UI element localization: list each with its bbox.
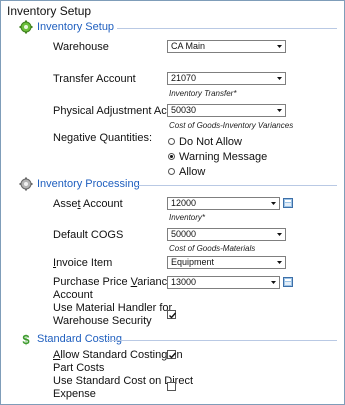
chevron-down-icon: [277, 77, 282, 80]
invoice-item-label: Invoice Item: [53, 257, 112, 270]
asset-account-value: 12000: [171, 198, 197, 208]
label-part: Account: [80, 198, 123, 210]
chevron-down-icon: [271, 202, 276, 205]
label-part: llow Standard Costing on: [60, 349, 183, 361]
section-divider: [137, 185, 337, 186]
ppv-account-select[interactable]: 13000: [167, 276, 280, 289]
radio-circle[interactable]: [168, 167, 175, 175]
allow-standard-costing-checkbox[interactable]: [167, 350, 177, 359]
chevron-down-icon: [277, 45, 282, 48]
default-cogs-label: Default COGS: [53, 229, 124, 241]
radio-do-not-allow[interactable]: Do Not Allow: [168, 136, 242, 149]
warehouse-select[interactable]: CA Main: [167, 40, 286, 53]
label-part: Part Costs: [53, 362, 105, 374]
transfer-account-label: Transfer Account: [53, 73, 136, 85]
default-cogs-hint: Cost of Goods-Materials: [169, 244, 256, 253]
section-inventory-processing: Inventory Processing: [19, 177, 341, 193]
material-handler-checkbox[interactable]: [167, 310, 177, 319]
section-inventory-setup: Inventory Setup: [19, 20, 341, 36]
gear-green-icon: [19, 20, 33, 34]
ppv-account-label: Purchase Price Variance Account: [53, 276, 173, 302]
asset-account-label: Asset Account: [53, 198, 123, 211]
label-part: nvoice Item: [56, 257, 113, 269]
radio-label: Warning Message: [179, 151, 268, 163]
negative-quantities-label: Negative Quantities:: [53, 132, 153, 144]
radio-label: Do Not Allow: [179, 136, 242, 148]
material-handler-label: Use Material Handler for Warehouse Securi…: [53, 302, 172, 328]
chevron-down-icon: [271, 281, 276, 284]
label-part: Asse: [53, 198, 78, 210]
physical-adjustment-value: 50030: [171, 105, 197, 115]
physical-adjustment-select[interactable]: 50030: [167, 104, 286, 117]
warehouse-label: Warehouse: [53, 41, 109, 53]
gear-gray-icon: [19, 177, 33, 191]
radio-circle[interactable]: [168, 137, 175, 145]
checkmark-icon: [169, 352, 177, 359]
chevron-down-icon: [277, 233, 282, 236]
allow-standard-costing-label: Allow Standard Costing on Part Costs: [53, 349, 183, 375]
default-cogs-select[interactable]: 50000: [167, 228, 286, 241]
ppv-account-value: 13000: [171, 277, 197, 287]
asset-account-select[interactable]: 12000: [167, 197, 280, 210]
transfer-account-select[interactable]: 21070: [167, 72, 286, 85]
label-part: Expense: [53, 388, 96, 400]
invoice-item-select[interactable]: Equipment: [167, 256, 286, 269]
lookup-icon[interactable]: [283, 277, 293, 287]
label-part: Warehouse Security: [53, 315, 152, 327]
chevron-down-icon: [277, 261, 282, 264]
dollar-icon: $: [22, 332, 30, 346]
transfer-account-hint: Inventory Transfer*: [169, 89, 237, 98]
section-divider: [107, 340, 337, 341]
transfer-account-value: 21070: [171, 73, 197, 83]
invoice-item-value: Equipment: [171, 257, 215, 267]
use-standard-cost-checkbox[interactable]: [167, 382, 176, 391]
label-part: Use Material Handler for: [53, 302, 173, 314]
physical-adjustment-hint: Cost of Goods-Inventory Variances: [169, 121, 294, 130]
section-title: Standard Costing: [37, 333, 122, 345]
asset-account-hint: Inventory*: [169, 213, 206, 222]
lookup-icon[interactable]: [283, 198, 293, 208]
section-divider: [117, 28, 337, 29]
svg-text:$: $: [22, 332, 30, 346]
section-title: Inventory Setup: [37, 21, 115, 33]
radio-warning-message[interactable]: Warning Message: [168, 151, 267, 164]
checkmark-icon: [169, 312, 177, 319]
section-title: Inventory Processing: [37, 178, 140, 190]
warehouse-value: CA Main: [171, 41, 206, 51]
default-cogs-value: 50000: [171, 229, 197, 239]
inventory-setup-window: Inventory Setup Inventory Setup Warehous…: [0, 0, 345, 405]
chevron-down-icon: [277, 109, 282, 112]
radio-circle-selected[interactable]: [168, 152, 175, 160]
window-title: Inventory Setup: [7, 4, 92, 18]
label-part: Account: [53, 289, 93, 301]
section-standard-costing: $ Standard Costing: [19, 332, 341, 348]
label-part: Purchase Price: [53, 276, 131, 288]
